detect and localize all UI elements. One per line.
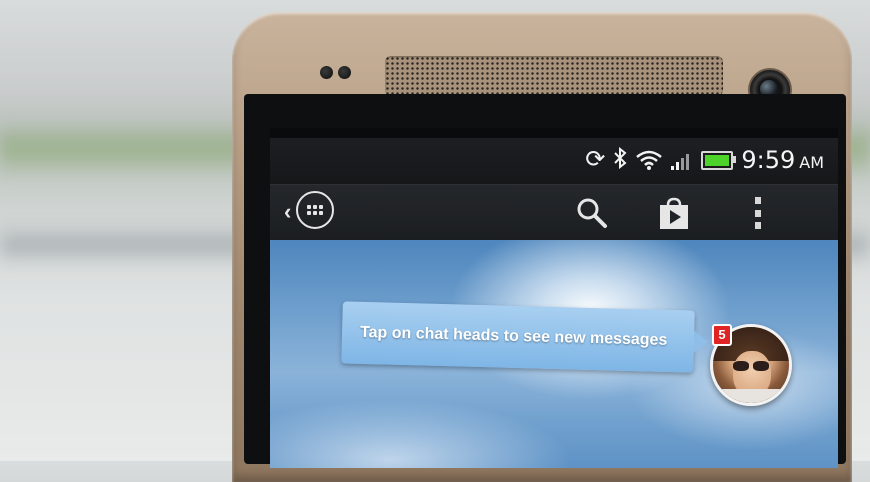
unread-badge: 5 <box>712 324 732 346</box>
overflow-menu-icon[interactable] <box>750 197 766 229</box>
clock: 9:59 AM <box>741 146 824 174</box>
avatar-sunglasses <box>733 361 773 372</box>
sensor-dot <box>320 66 333 79</box>
speaker-grill <box>385 56 723 96</box>
battery-level <box>705 154 730 166</box>
signal-icon <box>671 154 690 170</box>
battery-icon <box>701 150 737 170</box>
status-icons: ⟳ 9:59 AM <box>585 140 824 180</box>
app-drawer-icon <box>307 205 323 215</box>
bluetooth-icon <box>613 146 627 173</box>
app-drawer-button[interactable] <box>296 191 334 229</box>
clock-time: 9:59 <box>741 146 796 174</box>
clock-ampm: AM <box>799 153 824 172</box>
action-bar: ‹ <box>270 184 838 241</box>
back-chevron-icon[interactable]: ‹ <box>284 199 291 225</box>
sensor-dots <box>320 66 360 80</box>
status-bar: ⟳ 9:59 AM <box>270 138 838 184</box>
sync-icon: ⟳ <box>585 146 606 173</box>
phone-display: ⟳ 9:59 AM ‹ Tap on chat heads to see new… <box>270 128 838 468</box>
wifi-icon <box>636 150 663 170</box>
search-icon[interactable] <box>574 195 610 231</box>
sensor-dot <box>338 66 351 79</box>
chat-heads-tooltip[interactable]: Tap on chat heads to see new messages <box>341 301 695 373</box>
battery-cap <box>733 155 737 163</box>
play-store-icon[interactable] <box>656 195 692 231</box>
tooltip-text: Tap on chat heads to see new messages <box>359 323 668 349</box>
